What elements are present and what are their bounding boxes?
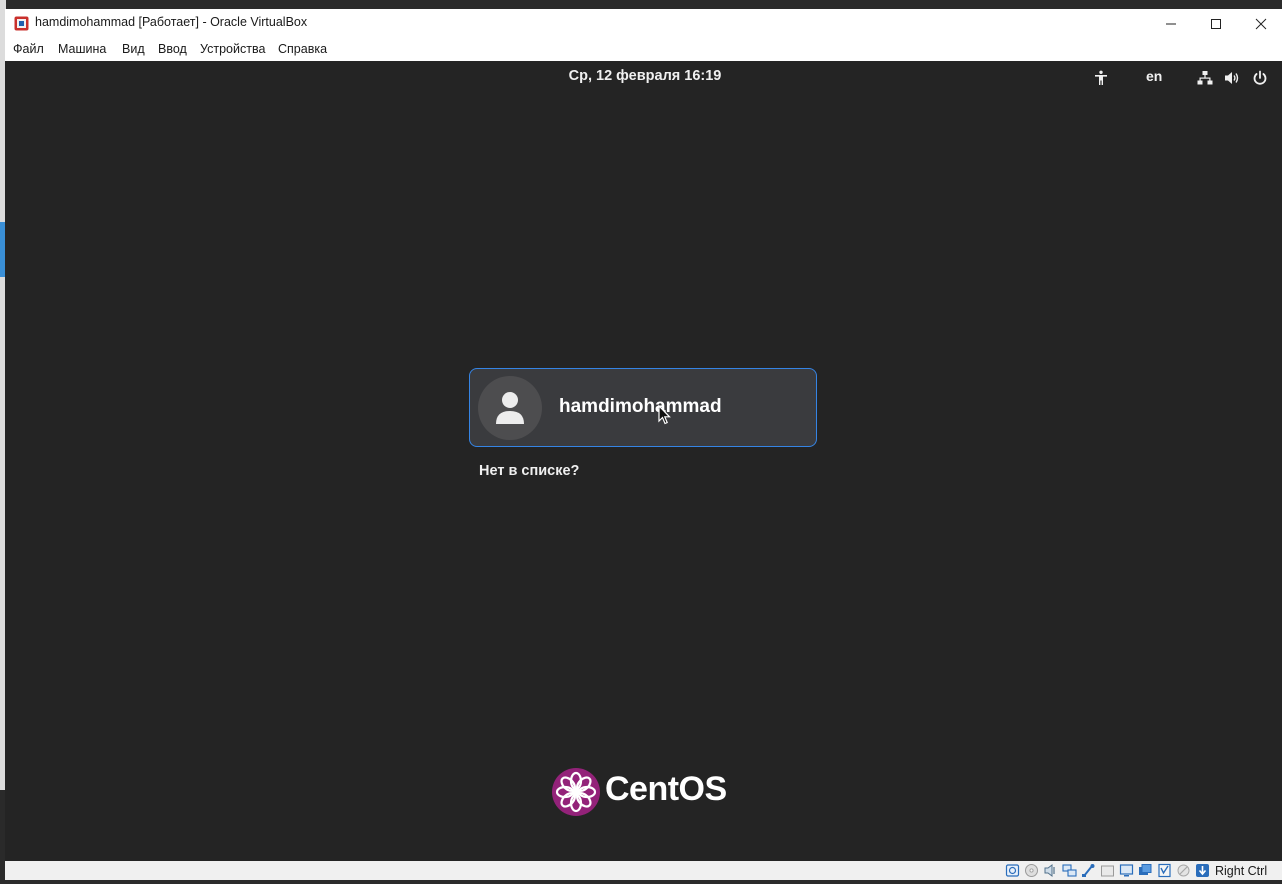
brand-wordmark: CentOS — [605, 770, 727, 808]
keyboard-capture-icon[interactable] — [1195, 863, 1210, 878]
close-icon — [1255, 18, 1267, 29]
host-desktop-top — [0, 0, 1282, 9]
mouse-cursor-icon — [658, 405, 671, 425]
title-bar[interactable]: hamdimohammad [Работает] - Oracle Virtua… — [5, 9, 1282, 38]
display-icon[interactable] — [1119, 863, 1134, 878]
user-list-item[interactable]: hamdimohammad — [469, 368, 817, 447]
not-listed-link[interactable]: Нет в списке? — [479, 463, 579, 479]
virtualbox-window: hamdimohammad [Работает] - Oracle Virtua… — [5, 9, 1282, 880]
centos-logo-icon — [552, 768, 600, 816]
close-button[interactable] — [1238, 9, 1282, 38]
menu-machine[interactable]: Машина — [58, 42, 106, 56]
power-icon[interactable] — [1251, 69, 1269, 87]
audio-icon[interactable] — [1043, 863, 1058, 878]
language-indicator[interactable]: en — [1146, 68, 1162, 84]
window-title: hamdimohammad [Работает] - Oracle Virtua… — [35, 15, 308, 29]
user-name: hamdimohammad — [559, 396, 722, 417]
accessibility-icon[interactable] — [1092, 69, 1110, 87]
menu-help[interactable]: Справка — [278, 42, 327, 56]
cpu-icon[interactable] — [1157, 863, 1172, 878]
optical-drive-icon[interactable] — [1024, 863, 1039, 878]
host-key-label[interactable]: Right Ctrl — [1215, 864, 1267, 878]
menu-view[interactable]: Вид — [122, 42, 145, 56]
menu-input[interactable]: Ввод — [158, 42, 187, 56]
guest-display[interactable]: Ср, 12 февраля 16:19 en hamdimohammad Не… — [5, 61, 1282, 861]
host-desktop-bottom — [0, 880, 1282, 884]
clock[interactable]: Ср, 12 февраля 16:19 — [5, 68, 1282, 84]
status-bar: Right Ctrl — [5, 861, 1282, 880]
maximize-icon — [1211, 18, 1221, 29]
shared-folders-icon[interactable] — [1100, 863, 1115, 878]
minimize-icon — [1166, 23, 1176, 24]
network-icon[interactable] — [1196, 69, 1214, 87]
user-icon — [496, 392, 524, 424]
menu-devices[interactable]: Устройства — [200, 42, 265, 56]
maximize-button[interactable] — [1193, 9, 1239, 38]
hard-disk-icon[interactable] — [1005, 863, 1020, 878]
virtualbox-icon — [14, 16, 29, 31]
avatar — [478, 376, 542, 440]
volume-icon[interactable] — [1223, 69, 1241, 87]
menu-bar: Файл Машина Вид Ввод Устройства Справка — [5, 38, 1282, 61]
network-adapters-icon[interactable] — [1062, 863, 1077, 878]
video-capture-icon[interactable] — [1138, 863, 1153, 878]
minimize-button[interactable] — [1148, 9, 1194, 38]
mouse-integration-icon[interactable] — [1176, 863, 1191, 878]
menu-file[interactable]: Файл — [13, 42, 44, 56]
usb-icon[interactable] — [1081, 863, 1096, 878]
